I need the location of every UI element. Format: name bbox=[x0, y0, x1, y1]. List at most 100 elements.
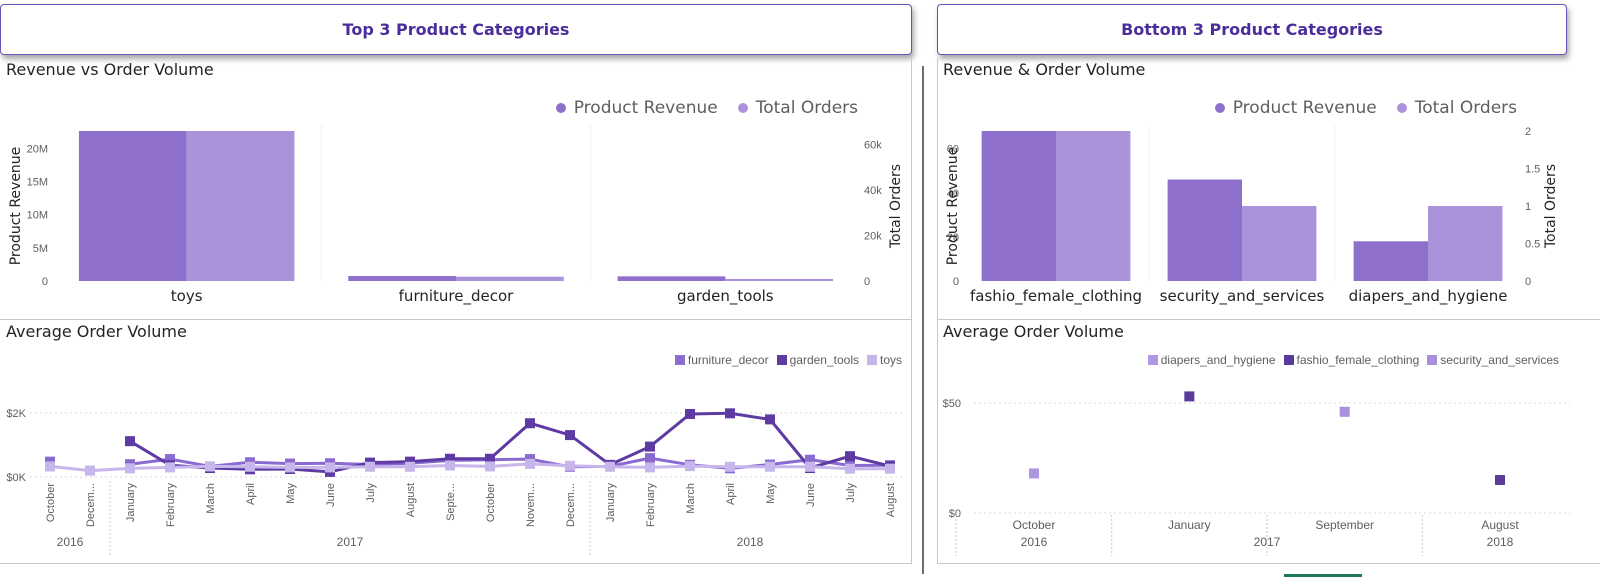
x-tick-label: February bbox=[165, 483, 177, 528]
marker-toys bbox=[405, 461, 415, 472]
year-label: 2017 bbox=[337, 535, 364, 549]
header-title-top3: Top 3 Product Categories bbox=[342, 20, 570, 39]
x-tick-label: April bbox=[245, 483, 257, 505]
y-tick-label: 0 bbox=[42, 276, 48, 288]
marker-toys bbox=[605, 461, 615, 472]
y2-tick-label: 20k bbox=[864, 231, 882, 243]
y-tick-label: $2K bbox=[6, 408, 26, 420]
panel-bottom3-avg-order-volume: Average Order Volume diapers_and_hygiene… bbox=[937, 320, 1600, 563]
y2-axis-title: Total Orders bbox=[888, 164, 904, 249]
marker-toys bbox=[525, 458, 535, 469]
header-card-top3: Top 3 Product Categories bbox=[0, 4, 912, 55]
bar-orders-diapers_and_hygiene bbox=[1428, 206, 1503, 281]
x-tick-label: February bbox=[645, 483, 657, 528]
y2-axis-title: Total Orders bbox=[1543, 164, 1559, 249]
bar-revenue-toys bbox=[78, 131, 187, 281]
marker-toys bbox=[645, 462, 655, 473]
x-tick-label: July bbox=[845, 483, 857, 503]
marker-garden_tools bbox=[525, 418, 535, 429]
x-category-label: furniture_decor bbox=[399, 287, 514, 306]
point-security_and_services bbox=[1339, 406, 1350, 417]
year-label: 2018 bbox=[1487, 535, 1514, 549]
marker-garden_tools bbox=[685, 408, 695, 419]
x-category-label: diapers_and_hygiene bbox=[1349, 287, 1508, 306]
x-tick-label: May bbox=[765, 483, 777, 504]
x-category-label: fashio_female_clothing bbox=[970, 287, 1142, 306]
year-label: 2018 bbox=[737, 535, 764, 549]
bar-orders-garden_tools bbox=[725, 278, 834, 281]
x-tick-label: July bbox=[365, 483, 377, 503]
marker-toys bbox=[485, 461, 495, 472]
x-tick-label: August bbox=[1481, 518, 1519, 532]
panel-top3-avg-order-volume: Average Order Volume furniture_decor gar… bbox=[0, 320, 912, 563]
year-label: 2016 bbox=[1021, 535, 1048, 549]
bar-revenue-garden_tools bbox=[617, 276, 726, 281]
bar-revenue-furniture_decor bbox=[348, 276, 456, 281]
y-tick-label: 5M bbox=[33, 243, 48, 255]
bar-orders-toys bbox=[186, 131, 295, 281]
y-tick-label: 0 bbox=[953, 276, 959, 288]
y2-tick-label: 1.5 bbox=[1525, 164, 1540, 176]
y-tick-label: $0K bbox=[6, 472, 26, 484]
bar-orders-fashio_female_clothing bbox=[1056, 131, 1131, 281]
marker-toys bbox=[685, 461, 695, 472]
bar-revenue-fashio_female_clothing bbox=[981, 131, 1056, 281]
x-tick-label: August bbox=[405, 483, 417, 517]
marker-toys bbox=[45, 461, 55, 472]
bar-revenue-security_and_services bbox=[1167, 179, 1242, 281]
x-tick-label: May bbox=[285, 483, 297, 504]
x-tick-label: October bbox=[485, 483, 497, 522]
x-tick-label: October bbox=[45, 483, 57, 522]
marker-toys bbox=[285, 462, 295, 473]
scatter-chart-bottom3-aov: $0 $50 October January September August 2016 20… bbox=[943, 391, 1570, 556]
marker-garden_tools bbox=[845, 451, 855, 462]
marker-toys bbox=[845, 463, 855, 474]
bar-revenue-diapers_and_hygiene bbox=[1353, 241, 1428, 281]
marker-toys bbox=[325, 462, 335, 473]
x-tick-label: January bbox=[125, 483, 137, 523]
marker-garden_tools bbox=[125, 436, 135, 447]
x-tick-label: Novem... bbox=[525, 483, 537, 527]
marker-garden_tools bbox=[765, 414, 775, 425]
x-category-label: security_and_services bbox=[1160, 287, 1325, 306]
bar-orders-security_and_services bbox=[1242, 206, 1317, 281]
bar-chart-top3: 0 5M 10M 15M 20M 0 20k 40k 60k Product Revenue Tot… bbox=[8, 125, 904, 306]
header-title-bottom3: Bottom 3 Product Categories bbox=[1121, 20, 1383, 39]
x-tick-label: October bbox=[1013, 518, 1056, 532]
x-tick-label: Septe... bbox=[445, 483, 457, 521]
y2-tick-label: 1 bbox=[1525, 201, 1531, 213]
marker-toys bbox=[765, 461, 775, 472]
left-panel-border-bottom bbox=[0, 563, 912, 564]
panel-top3-revenue-orders: Revenue vs Order Volume Product Revenue … bbox=[0, 58, 912, 319]
x-tick-label: Decem... bbox=[85, 483, 97, 527]
marker-toys bbox=[805, 461, 815, 472]
marker-toys bbox=[165, 462, 175, 473]
marker-toys bbox=[245, 461, 255, 472]
marker-garden_tools bbox=[725, 408, 735, 419]
y-tick-label: 10M bbox=[27, 210, 48, 222]
x-category-label: garden_tools bbox=[677, 287, 774, 306]
y2-tick-label: 60k bbox=[864, 140, 882, 152]
point-diapers_and_hygiene bbox=[1029, 468, 1039, 479]
active-tab-indicator[interactable] bbox=[1284, 574, 1362, 577]
y2-tick-label: 2 bbox=[1525, 126, 1531, 138]
marker-toys bbox=[85, 465, 95, 476]
y-tick-label: $0 bbox=[949, 508, 961, 520]
year-label: 2017 bbox=[1254, 535, 1281, 549]
bar-orders-furniture_decor bbox=[456, 276, 564, 281]
x-tick-label: January bbox=[1168, 518, 1211, 532]
x-category-label: toys bbox=[171, 287, 203, 305]
marker-toys bbox=[125, 463, 135, 474]
line-chart-top3-aov: $0K $2K October Decem... January February Marc… bbox=[6, 408, 904, 556]
marker-furniture_decor bbox=[645, 453, 655, 464]
y2-tick-label: 0.5 bbox=[1525, 239, 1540, 251]
marker-toys bbox=[445, 460, 455, 471]
x-tick-label: June bbox=[805, 483, 817, 507]
y2-tick-label: 40k bbox=[864, 185, 882, 197]
y-tick-label: $50 bbox=[943, 398, 961, 410]
marker-garden_tools bbox=[565, 430, 575, 441]
marker-toys bbox=[725, 461, 735, 472]
point-fashio_female_clothing bbox=[1495, 475, 1505, 485]
x-tick-label: June bbox=[325, 483, 337, 507]
y2-tick-label: 0 bbox=[864, 276, 870, 288]
